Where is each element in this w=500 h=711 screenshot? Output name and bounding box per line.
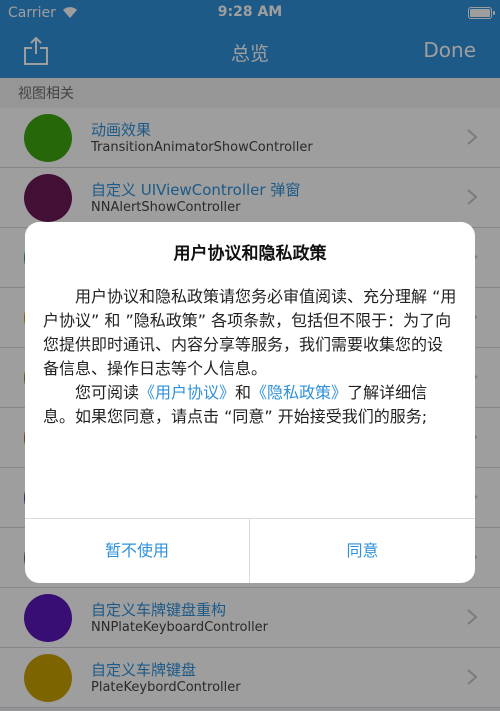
dialog-body: 用户协议和隐私政策请您务必审值阅读、充分理解 “用户协议” 和 ”隐私政策” 各… (43, 285, 457, 429)
privacy-dialog: 用户协议和隐私政策 用户协议和隐私政策请您务必审值阅读、充分理解 “用户协议” … (25, 222, 475, 583)
user-agreement-link[interactable]: 《用户协议》 (139, 383, 235, 402)
para2-prefix: 您可阅读 (75, 383, 140, 402)
privacy-policy-link[interactable]: 《隐私政策》 (251, 383, 347, 402)
decline-button[interactable]: 暂不使用 (25, 519, 250, 583)
dialog-paragraph-2: 您可阅读《用户协议》和《隐私政策》了解详细信息。如果您同意，请点击 “同意” 开… (43, 381, 457, 429)
para2-and: 和 (235, 383, 252, 402)
dialog-title: 用户协议和隐私政策 (173, 244, 327, 264)
dialog-button-bar: 暂不使用 同意 (25, 518, 475, 583)
dialog-paragraph-1: 用户协议和隐私政策请您务必审值阅读、充分理解 “用户协议” 和 ”隐私政策” 各… (43, 287, 457, 378)
agree-button[interactable]: 同意 (250, 519, 475, 583)
